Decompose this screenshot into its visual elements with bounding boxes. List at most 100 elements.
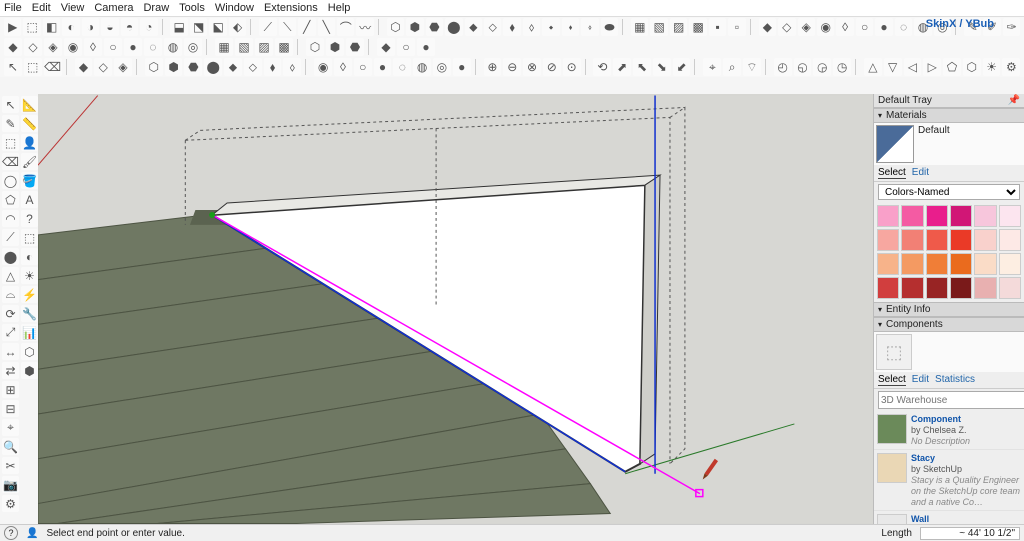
menu-extensions[interactable]: Extensions (264, 2, 318, 14)
toolbar-button[interactable]: ◉ (64, 38, 82, 56)
left-tool-button[interactable]: ↔ (2, 343, 19, 360)
toolbar-button[interactable]: ◵ (794, 58, 812, 76)
toolbar-button[interactable]: ✑ (1003, 18, 1020, 36)
toolbar-button[interactable]: ⬨ (283, 58, 301, 76)
materials-panel-header[interactable]: Materials (874, 108, 1024, 123)
toolbar-button[interactable]: ◌ (393, 58, 411, 76)
toolbar-button[interactable]: ⬪ (562, 18, 579, 36)
help-icon[interactable]: ? (4, 526, 18, 540)
material-swatch[interactable] (901, 253, 923, 275)
tray-title-bar[interactable]: Default Tray 📌 (874, 94, 1024, 108)
toolbar-button[interactable]: ⊖ (503, 58, 521, 76)
menu-file[interactable]: File (4, 2, 22, 14)
toolbar-button[interactable]: ⬨ (523, 18, 540, 36)
toolbar-button[interactable]: ◊ (84, 38, 102, 56)
components-tab-select[interactable]: Select (878, 374, 906, 386)
components-tab-statistics[interactable]: Statistics (935, 374, 975, 386)
toolbar-button[interactable]: ⌔ (743, 58, 761, 76)
toolbar-button[interactable]: ▩ (689, 18, 706, 36)
toolbar-button[interactable]: ▶ (4, 18, 21, 36)
left-tool-button[interactable]: ⇄ (2, 362, 19, 379)
left-tool-button[interactable]: ⬚ (21, 229, 38, 246)
left-tool-button[interactable]: △ (2, 267, 19, 284)
toolbar-button[interactable]: ╲ (318, 18, 335, 36)
toolbar-button[interactable]: ▦ (215, 38, 233, 56)
toolbar-button[interactable]: ⬣ (184, 58, 202, 76)
material-swatch[interactable] (950, 277, 972, 299)
toolbar-button[interactable]: ⬉ (633, 58, 651, 76)
viewport-3d[interactable] (38, 94, 874, 525)
toolbar-button[interactable]: ▽ (884, 58, 902, 76)
material-swatch[interactable] (877, 253, 899, 275)
toolbar-button[interactable]: ◁ (904, 58, 922, 76)
toolbar-button[interactable]: ↖ (4, 58, 22, 76)
left-tool-button[interactable]: ◠ (2, 210, 19, 227)
toolbar-button[interactable]: ○ (397, 38, 415, 56)
toolbar-button[interactable]: ◍ (413, 58, 431, 76)
toolbar-button[interactable]: ● (124, 38, 142, 56)
toolbar-button[interactable]: ⬦ (484, 18, 501, 36)
left-tool-button[interactable]: ⬠ (2, 191, 19, 208)
left-tool-button[interactable]: ⚡ (21, 286, 38, 303)
toolbar-button[interactable]: ⬋ (673, 58, 691, 76)
toolbar-button[interactable]: ⬤ (445, 18, 462, 36)
left-tool-button[interactable]: 📷 (2, 476, 19, 493)
toolbar-button[interactable]: ⊕ (484, 58, 502, 76)
toolbar-button[interactable]: ⬦ (244, 58, 262, 76)
toolbar-button[interactable]: ⬓ (170, 18, 187, 36)
toolbar-button[interactable]: ⬧ (503, 18, 520, 36)
left-tool-button[interactable]: ⌓ (2, 286, 19, 303)
toolbar-button[interactable]: ╱ (298, 18, 315, 36)
toolbar-button[interactable]: ◌ (895, 18, 912, 36)
left-tool-button[interactable]: ⬚ (2, 134, 19, 151)
toolbar-button[interactable]: ◇ (778, 18, 795, 36)
toolbar-button[interactable]: ◇ (94, 58, 112, 76)
toolbar-button[interactable]: ◆ (759, 18, 776, 36)
toolbar-button[interactable]: ⬕ (209, 18, 226, 36)
toolbar-button[interactable]: ◉ (314, 58, 332, 76)
toolbar-button[interactable]: ▪ (709, 18, 726, 36)
material-swatch[interactable] (926, 253, 948, 275)
left-tool-button[interactable]: A (21, 191, 38, 208)
toolbar-button[interactable]: ⟲ (593, 58, 611, 76)
toolbar-button[interactable]: ◶ (813, 58, 831, 76)
toolbar-button[interactable]: ○ (104, 38, 122, 56)
left-tool-button[interactable]: ⊟ (2, 400, 19, 417)
toolbar-button[interactable]: ⬫ (581, 18, 598, 36)
entity-info-panel-header[interactable]: Entity Info (874, 302, 1024, 317)
toolbar-button[interactable]: ◉ (817, 18, 834, 36)
toolbar-button[interactable]: ▨ (670, 18, 687, 36)
toolbar-button[interactable]: ☀ (983, 58, 1001, 76)
left-tool-button[interactable]: 👤 (21, 134, 38, 151)
toolbar-button[interactable]: ● (453, 58, 471, 76)
material-swatch[interactable] (926, 229, 948, 251)
toolbar-button[interactable]: ⊙ (563, 58, 581, 76)
toolbar-button[interactable]: ◊ (836, 18, 853, 36)
menu-view[interactable]: View (61, 2, 85, 14)
toolbar-button[interactable]: ◊ (334, 58, 352, 76)
toolbar-button[interactable]: ◧ (43, 18, 60, 36)
left-tool-button[interactable]: ⬤ (2, 248, 19, 265)
material-swatch[interactable] (877, 277, 899, 299)
toolbar-button[interactable]: ⬢ (406, 18, 423, 36)
menu-help[interactable]: Help (328, 2, 351, 14)
material-swatch[interactable] (974, 277, 996, 299)
toolbar-button[interactable]: ◆ (377, 38, 395, 56)
material-swatch[interactable] (999, 253, 1021, 275)
toolbar-button[interactable]: ⬤ (204, 58, 222, 76)
toolbar-button[interactable]: ▨ (255, 38, 273, 56)
left-tool-button[interactable]: ⟋ (2, 229, 19, 246)
current-material-swatch[interactable] (876, 125, 914, 163)
components-tab-edit[interactable]: Edit (912, 374, 929, 386)
menu-window[interactable]: Window (215, 2, 254, 14)
toolbar-button[interactable]: ◷ (833, 58, 851, 76)
warehouse-item[interactable]: Stacyby SketchUpStacy is a Quality Engin… (874, 450, 1024, 511)
materials-tab-edit[interactable]: Edit (912, 167, 929, 179)
material-swatch[interactable] (877, 205, 899, 227)
left-tool-button[interactable]: 📏 (21, 115, 38, 132)
toolbar-button[interactable]: ⬬ (601, 18, 618, 36)
left-tool-button[interactable]: ◐ (21, 248, 38, 265)
toolbar-button[interactable]: ◈ (114, 58, 132, 76)
toolbar-button[interactable]: ◍ (164, 38, 182, 56)
toolbar-button[interactable]: ◒ (101, 18, 118, 36)
